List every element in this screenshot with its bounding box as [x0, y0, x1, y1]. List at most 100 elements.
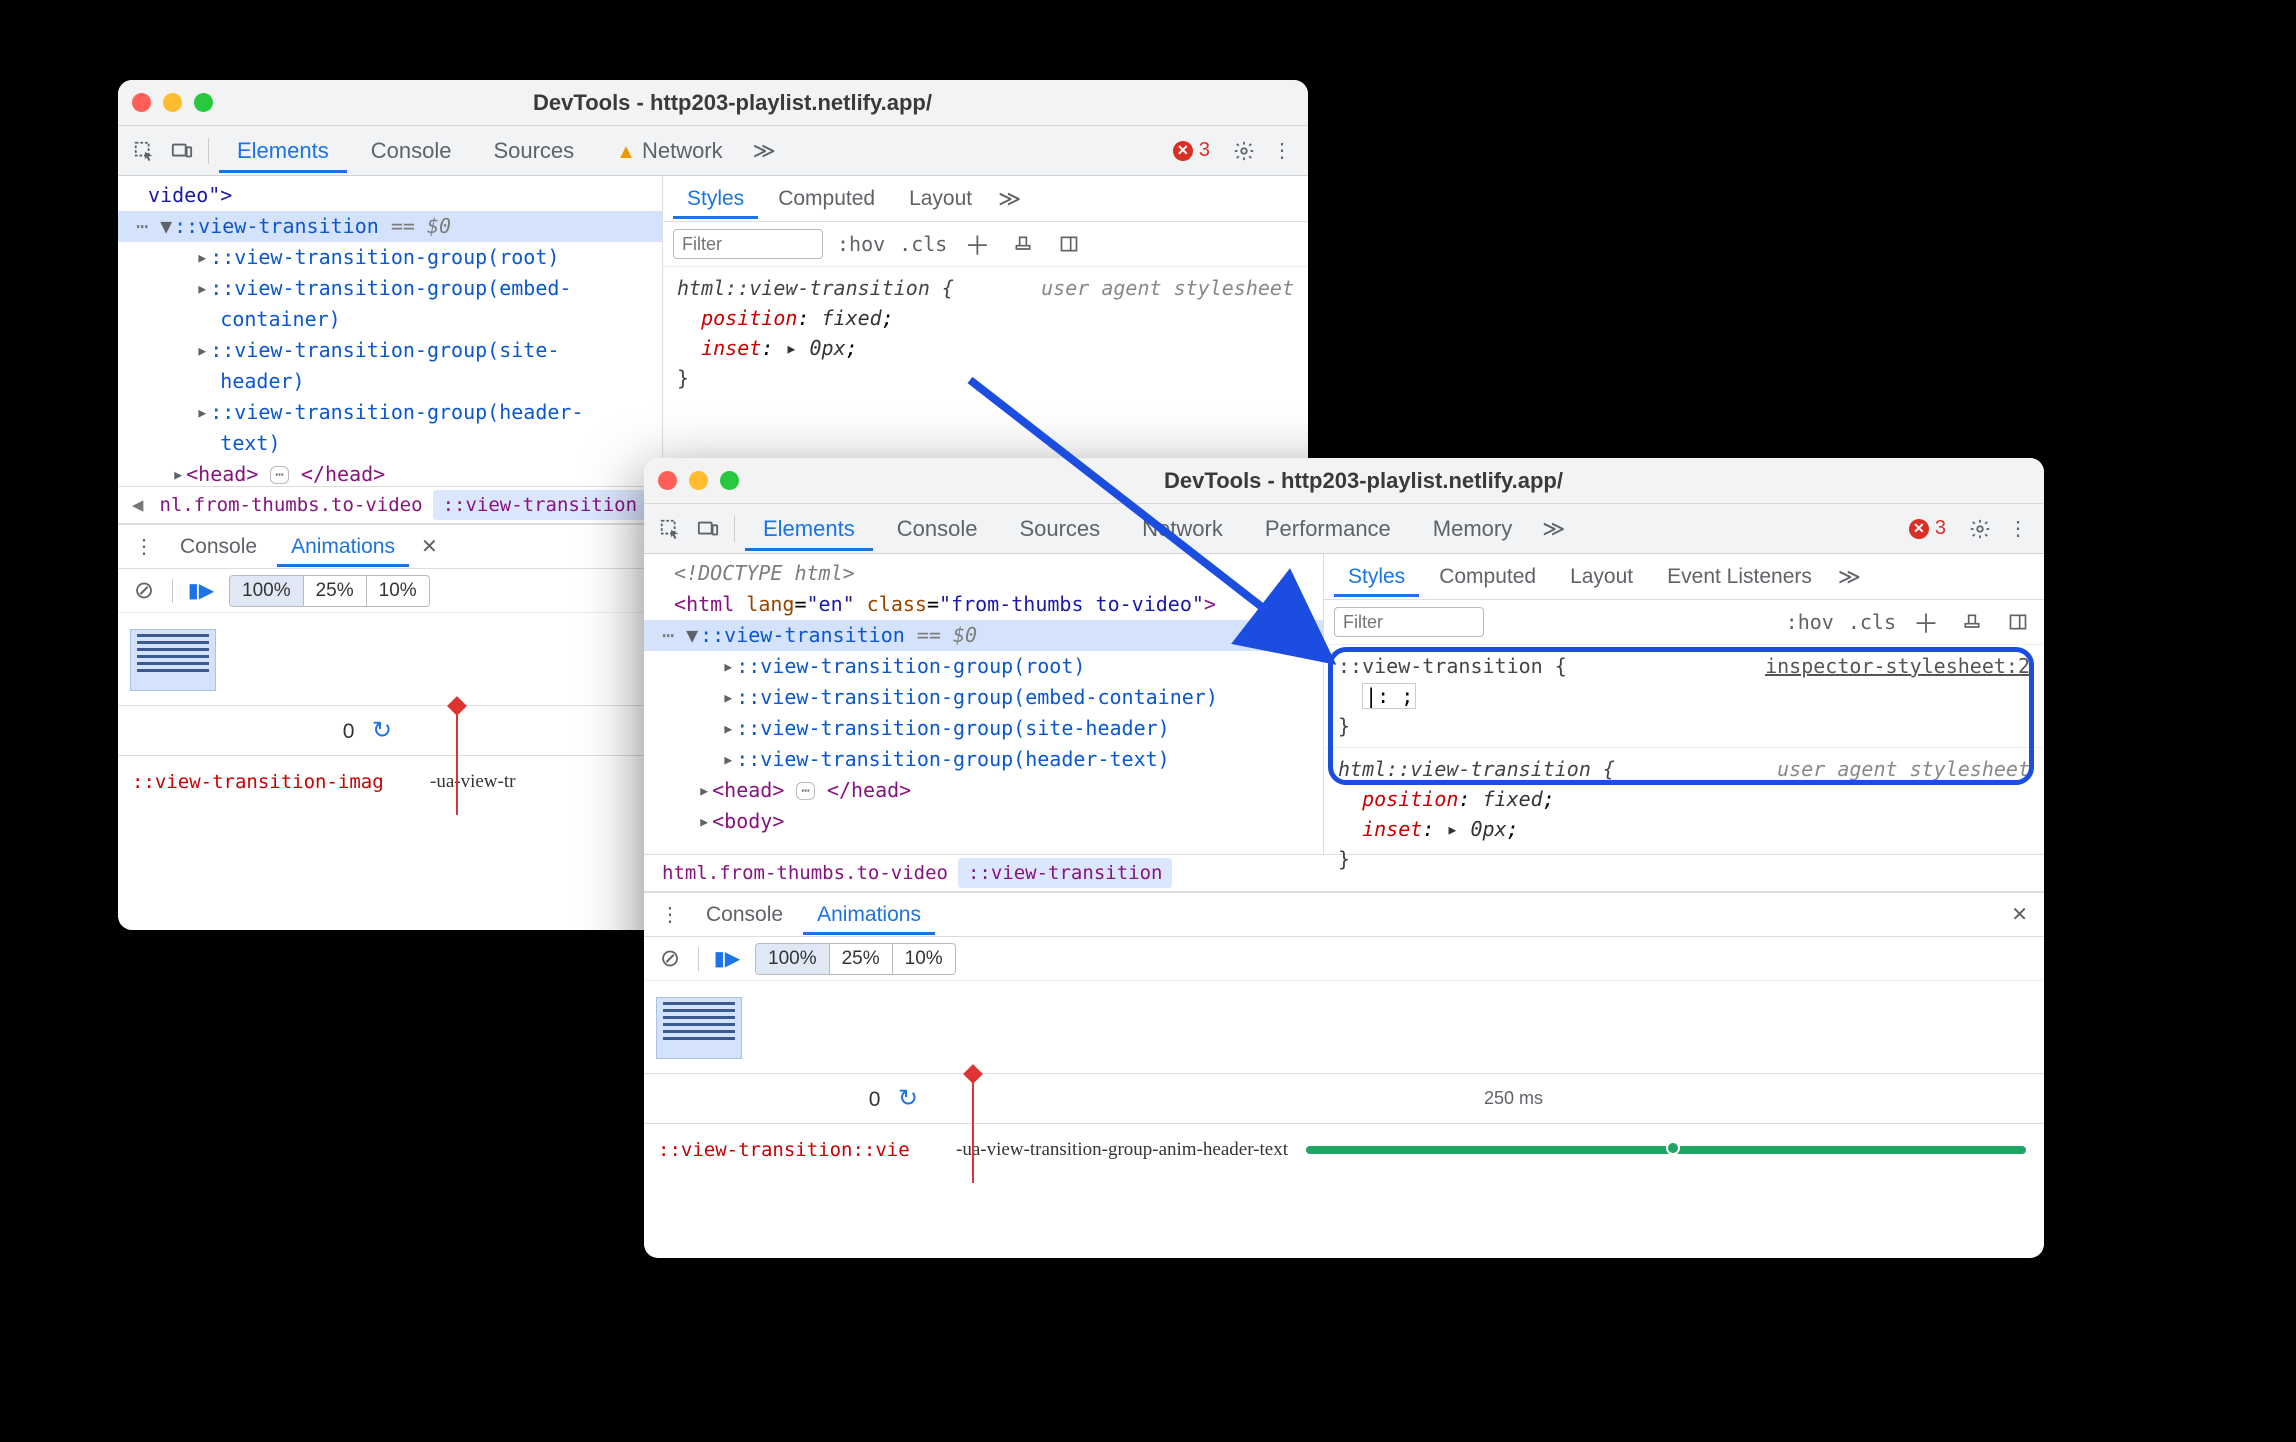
tab-animations[interactable]: Animations	[803, 895, 935, 935]
rule-source-link[interactable]: inspector-stylesheet:2	[1765, 651, 2030, 681]
animation-row[interactable]: ::view-transition::vie -ua-view-transiti…	[644, 1123, 2044, 1175]
tree-node: container)	[118, 304, 662, 335]
more-tabs-icon[interactable]: ≫	[1536, 516, 1571, 542]
replay-icon[interactable]: ↻	[898, 1085, 918, 1112]
hov-toggle[interactable]: :hov	[837, 232, 885, 256]
kebab-icon[interactable]: ⋮	[1266, 135, 1298, 167]
tree-node[interactable]: ▸<head> ⋯ </head>	[644, 775, 1323, 806]
kebab-icon[interactable]: ⋮	[2002, 513, 2034, 545]
maximize-icon[interactable]	[720, 471, 739, 490]
dom-tree[interactable]: video"> ⋯ ▼::view-transition == $0 ▸::vi…	[118, 176, 663, 486]
timeline-tick: 250 ms	[1484, 1088, 1543, 1109]
cls-toggle[interactable]: .cls	[899, 232, 947, 256]
tab-event-listeners[interactable]: Event Listeners	[1653, 557, 1826, 597]
minimize-icon[interactable]	[689, 471, 708, 490]
new-rule-icon[interactable]: ＋	[1910, 606, 1942, 638]
clear-icon[interactable]: ⊘	[654, 943, 686, 975]
tree-node[interactable]: ▸::view-transition-group(embed-	[118, 273, 662, 304]
tab-styles[interactable]: Styles	[673, 179, 758, 219]
warning-icon: ▲	[616, 141, 636, 163]
inspect-icon[interactable]	[654, 513, 686, 545]
tab-elements[interactable]: Elements	[219, 128, 347, 173]
settings-icon[interactable]	[1228, 135, 1260, 167]
tree-node[interactable]: ▸::view-transition-group(site-header)	[644, 713, 1323, 744]
tree-node: header)	[118, 366, 662, 397]
tree-node[interactable]: ▸::view-transition-group(root)	[118, 242, 662, 273]
brush-icon[interactable]	[1956, 606, 1988, 638]
device-icon[interactable]	[166, 135, 198, 167]
tree-node[interactable]: ▸::view-transition-group(site-	[118, 335, 662, 366]
css-rule[interactable]: user agent stylesheet html::view-transit…	[1324, 747, 2044, 880]
tree-node[interactable]: ▸::view-transition-group(header-	[118, 397, 662, 428]
titlebar: DevTools - http203-playlist.netlify.app/	[118, 80, 1308, 126]
tab-layout[interactable]: Layout	[1556, 557, 1647, 597]
play-icon[interactable]: ▮▶	[185, 575, 217, 607]
styles-pane: Styles Computed Layout Event Listeners ≫…	[1324, 554, 2044, 854]
tree-node: text)	[118, 428, 662, 459]
kebab-icon[interactable]: ⋮	[654, 899, 686, 931]
close-icon[interactable]: ✕	[415, 534, 444, 559]
maximize-icon[interactable]	[194, 93, 213, 112]
cls-toggle[interactable]: .cls	[1848, 610, 1896, 634]
tab-animations[interactable]: Animations	[277, 527, 409, 567]
more-tabs-icon[interactable]: ≫	[992, 186, 1027, 212]
replay-icon[interactable]: ↻	[372, 717, 392, 744]
kebab-icon[interactable]: ⋮	[128, 531, 160, 563]
tab-sources[interactable]: Sources	[475, 128, 592, 173]
clear-icon[interactable]: ⊘	[128, 575, 160, 607]
chevron-left-icon[interactable]: ◀	[126, 494, 149, 516]
sidebar-tabs: Styles Computed Layout Event Listeners ≫	[1324, 554, 2044, 600]
traffic-lights	[132, 93, 213, 112]
more-tabs-icon[interactable]: ≫	[747, 138, 782, 164]
speed-switch[interactable]: 100% 25% 10%	[755, 943, 956, 975]
tree-node[interactable]: ▸<body>	[644, 806, 1323, 837]
drawer: ⋮ Console Animations ✕ ⊘ ▮▶ 100% 25% 10%…	[644, 892, 2044, 1175]
close-icon[interactable]	[132, 93, 151, 112]
animations-body: 0 ↻ 250 ms ::view-transition::vie -ua-vi…	[644, 981, 2044, 1175]
tab-computed[interactable]: Computed	[764, 179, 889, 219]
tab-memory[interactable]: Memory	[1415, 506, 1530, 551]
hov-toggle[interactable]: :hov	[1786, 610, 1834, 634]
play-icon[interactable]: ▮▶	[711, 943, 743, 975]
styles-toolbar: :hov .cls ＋	[1324, 600, 2044, 645]
panel-icon[interactable]	[2002, 606, 2034, 638]
window-title: DevTools - http203-playlist.netlify.app/	[757, 468, 2030, 494]
sidebar-tabs: Styles Computed Layout ≫	[663, 176, 1308, 222]
traffic-lights	[658, 471, 739, 490]
filter-input[interactable]	[673, 229, 823, 259]
brush-icon[interactable]	[1007, 228, 1039, 260]
main-tabs: Elements Console Sources ▲Network ≫ ✕ 3 …	[118, 126, 1308, 176]
tab-console[interactable]: Console	[166, 527, 271, 567]
css-rule-new[interactable]: inspector-stylesheet:2 ::view-transition…	[1324, 645, 2044, 747]
minimize-icon[interactable]	[163, 93, 182, 112]
tab-console[interactable]: Console	[692, 895, 797, 935]
settings-icon[interactable]	[1964, 513, 1996, 545]
timeline[interactable]: 0 ↻ 250 ms	[644, 1073, 2044, 1123]
animation-thumbnail[interactable]	[130, 629, 216, 691]
new-rule-icon[interactable]: ＋	[961, 228, 993, 260]
tab-console[interactable]: Console	[353, 128, 470, 173]
drawer-tabs: ⋮ Console Animations ✕	[644, 893, 2044, 937]
tab-computed[interactable]: Computed	[1425, 557, 1550, 597]
error-count[interactable]: ✕ 3	[1173, 139, 1210, 162]
tab-layout[interactable]: Layout	[895, 179, 986, 219]
close-icon[interactable]: ✕	[2005, 902, 2034, 927]
window-title: DevTools - http203-playlist.netlify.app/	[231, 90, 1294, 116]
device-icon[interactable]	[692, 513, 724, 545]
tab-elements[interactable]: Elements	[745, 506, 873, 551]
close-icon[interactable]	[658, 471, 677, 490]
arrow-annotation	[960, 370, 1380, 700]
selected-node[interactable]: ⋯ ▼::view-transition == $0	[118, 211, 662, 242]
panel-icon[interactable]	[1053, 228, 1085, 260]
tree-node[interactable]: ▸::view-transition-group(header-text)	[644, 744, 1323, 775]
inspect-icon[interactable]	[128, 135, 160, 167]
animations-toolbar: ⊘ ▮▶ 100% 25% 10%	[644, 937, 2044, 981]
error-icon: ✕	[1173, 141, 1193, 161]
more-tabs-icon[interactable]: ≫	[1832, 564, 1867, 590]
tree-node[interactable]: ▸<head> ⋯ </head>	[118, 459, 662, 490]
error-count[interactable]: ✕ 3	[1909, 517, 1946, 540]
animation-track[interactable]	[1306, 1146, 2026, 1154]
speed-switch[interactable]: 100% 25% 10%	[229, 575, 430, 607]
animation-thumbnail[interactable]	[656, 997, 742, 1059]
tab-network[interactable]: ▲Network	[598, 128, 740, 173]
